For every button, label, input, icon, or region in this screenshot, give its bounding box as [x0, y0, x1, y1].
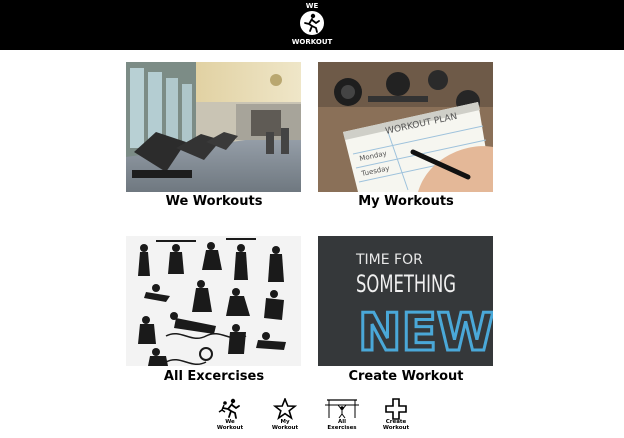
logo-bottom-text: WORKOUT	[291, 38, 333, 46]
we-workouts-tile[interactable]	[126, 62, 301, 192]
create-workout-label[interactable]: Create Workout	[306, 369, 506, 385]
we-workouts-label[interactable]: We Workouts	[114, 194, 314, 210]
app-header: WE WORKOUT	[0, 0, 624, 50]
create-workout-tile[interactable]: TIME FOR SOMETHING NEW!	[318, 236, 493, 366]
chalk-line-2: SOMETHING	[356, 270, 456, 298]
nav-all-exercises-label: All Exercises	[327, 419, 357, 431]
all-excercises-label[interactable]: All Excercises	[114, 369, 314, 385]
exercise-silhouettes	[126, 236, 301, 366]
nav-we-workout-label: We Workout	[216, 419, 244, 431]
nav-create-workout-label: Create Workout	[382, 419, 410, 431]
plus-icon	[384, 398, 408, 420]
nav-create-workout[interactable]: Create Workout	[374, 398, 418, 434]
runner-icon	[218, 398, 242, 420]
star-icon	[272, 396, 298, 420]
app-logo[interactable]: WE WORKOUT	[291, 2, 333, 48]
nav-all-exercises[interactable]: All Exercises	[320, 398, 364, 434]
logo-runner-icon	[300, 11, 324, 35]
nav-my-workout-label: My Workout	[271, 419, 299, 431]
logo-top-text: WE	[305, 2, 319, 10]
chalk-line-1: TIME FOR	[355, 252, 423, 268]
my-workouts-tile[interactable]: WORKOUT PLAN Monday Tuesday	[318, 62, 493, 192]
workout-plan-photo: WORKOUT PLAN Monday Tuesday	[318, 62, 493, 192]
gym-photo	[126, 62, 301, 192]
nav-my-workout[interactable]: My Workout	[263, 396, 307, 434]
all-excercises-tile[interactable]	[126, 236, 301, 366]
chalkboard: TIME FOR SOMETHING NEW!	[318, 236, 493, 366]
pullup-bar-icon	[324, 398, 360, 420]
chalk-line-3: NEW!	[358, 303, 493, 363]
my-workouts-label[interactable]: My Workouts	[306, 194, 506, 210]
nav-we-workout[interactable]: We Workout	[208, 398, 252, 434]
